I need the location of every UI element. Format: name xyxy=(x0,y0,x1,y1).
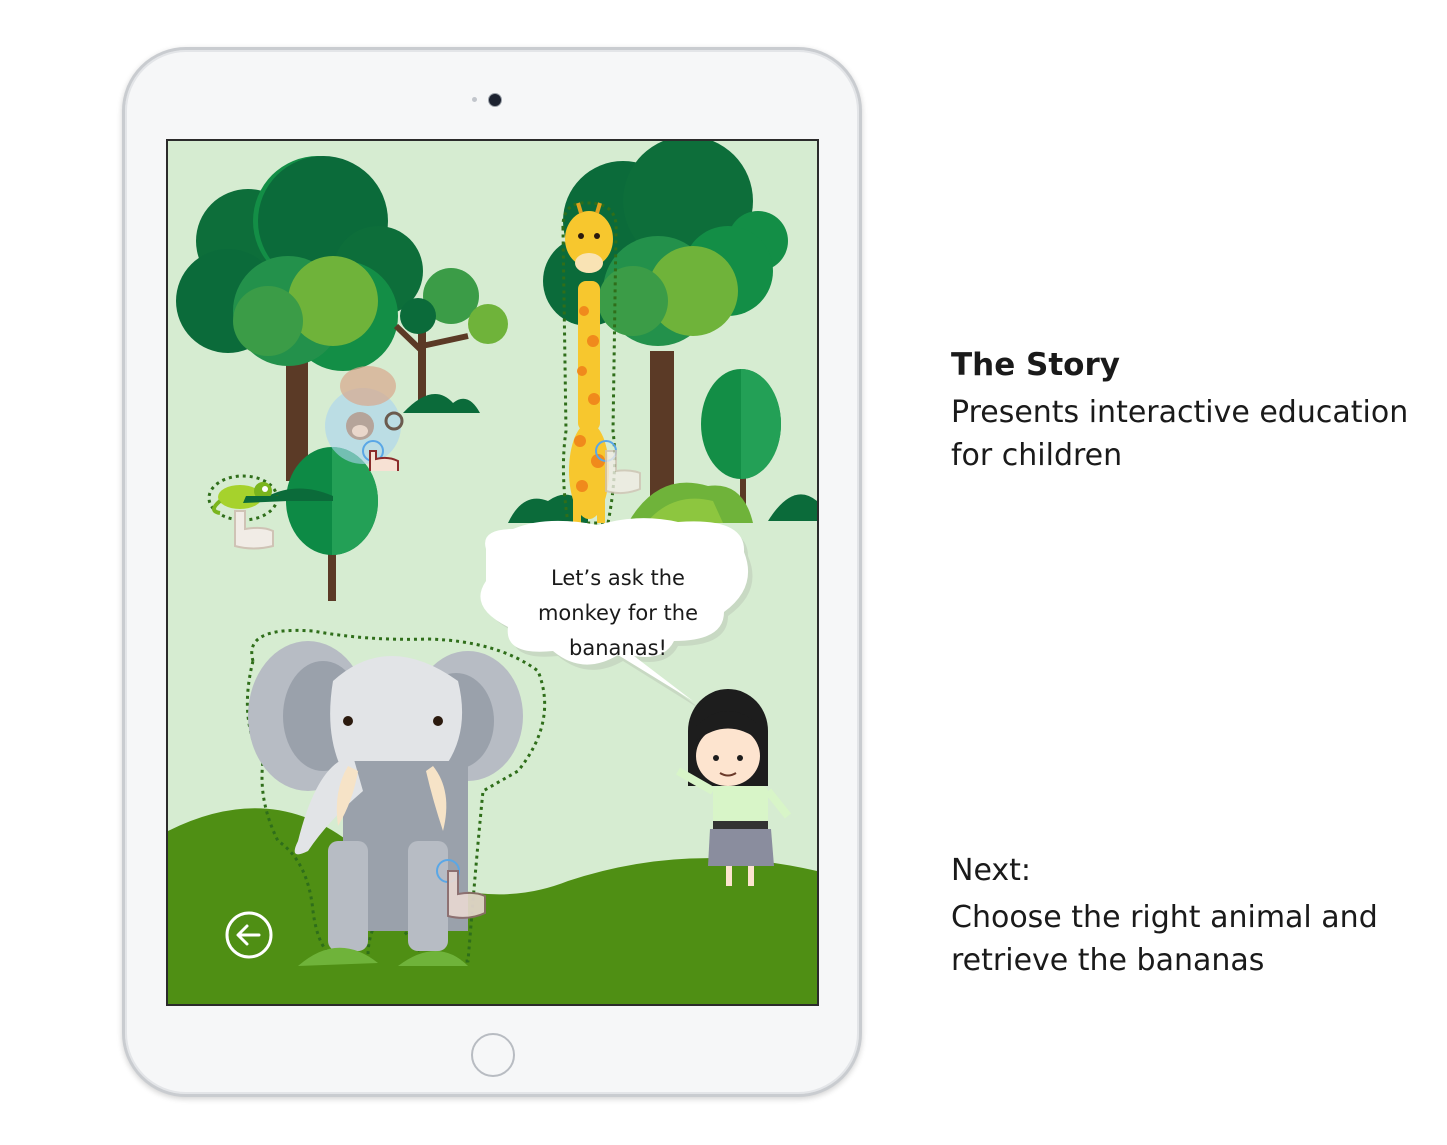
front-sensor xyxy=(472,97,477,102)
elephant-hotspot[interactable] xyxy=(423,851,493,941)
tap-hand-icon xyxy=(362,440,399,483)
back-button[interactable] xyxy=(225,911,273,959)
app-screen: Let’s ask the monkey for the bananas! xyxy=(166,139,819,1006)
story-heading: The Story xyxy=(951,347,1120,383)
story-description: Presents interactive education for child… xyxy=(951,395,1409,473)
tap-hand-icon xyxy=(595,440,641,495)
monkey-hotspot[interactable] xyxy=(328,381,408,483)
girl-character xyxy=(676,689,792,886)
arrow-left-circle-icon xyxy=(225,911,273,959)
home-button[interactable] xyxy=(471,1033,515,1077)
tap-hand-icon xyxy=(436,859,486,919)
chameleon-hotspot[interactable] xyxy=(223,501,283,571)
next-description: Choose the right animal and retrieve the… xyxy=(951,900,1378,978)
next-label: Next: xyxy=(951,853,1031,888)
giraffe-hotspot[interactable] xyxy=(588,431,648,511)
front-camera xyxy=(488,93,502,107)
speech-bubble-text: Let’s ask the monkey for the bananas! xyxy=(537,566,699,660)
tap-hand-icon xyxy=(234,510,274,550)
